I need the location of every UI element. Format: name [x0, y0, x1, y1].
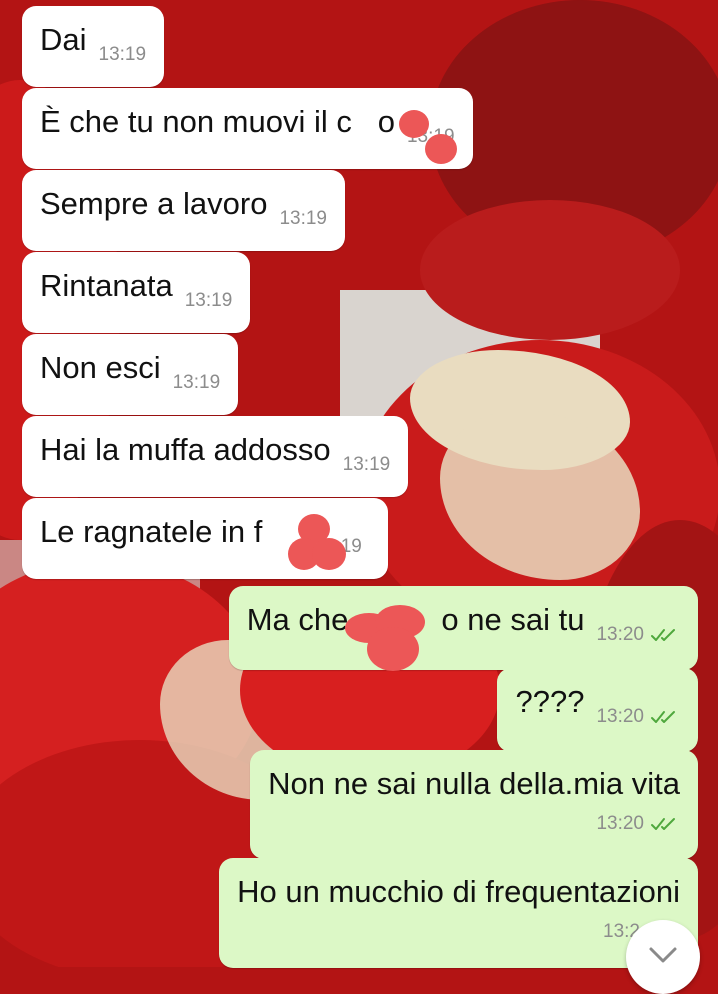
message-meta: 13:20 [596, 699, 680, 738]
message-time: 13:19 [184, 290, 233, 311]
incoming-message[interactable]: È che tu non muovi il c o 13:19 [22, 88, 473, 169]
message-text: Hai la muffa addosso [40, 432, 331, 467]
message-time: 13:19 [98, 44, 147, 65]
message-time: 13:20 [596, 624, 644, 645]
incoming-message[interactable]: Rintanata 13:19 [22, 252, 251, 333]
message-text: ???? [515, 684, 585, 719]
incoming-message[interactable]: Sempre a lavoro 13:19 [22, 170, 345, 251]
message-text: Rintanata [40, 268, 173, 303]
message-meta: 13:20 [268, 806, 680, 845]
message-text: Dai [40, 22, 87, 57]
outgoing-message[interactable]: Ma che ca o ne sai tu 13:20 [228, 586, 698, 670]
message-text: Sempre a lavoro [40, 186, 268, 221]
outgoing-message[interactable]: ???? 13:20 [497, 668, 698, 752]
incoming-message[interactable]: Non esci 13:19 [22, 334, 239, 415]
incoming-message[interactable]: Hai la muffa addosso 13:19 [22, 416, 409, 497]
chevron-down-icon [648, 946, 678, 969]
incoming-message[interactable]: Le ragnatele in f 13:19 [22, 498, 388, 579]
message-text: Ho un mucchio di frequentazioni [237, 874, 680, 909]
message-meta: 13:2 [237, 914, 680, 950]
message-text: È che tu non muovi il c o [40, 104, 395, 139]
double-check-icon [650, 809, 680, 845]
message-time: 13:19 [172, 372, 221, 393]
message-text: Ma che ca o ne sai tu [246, 602, 585, 637]
message-text: Non esci [40, 350, 161, 385]
message-time: 13:19 [406, 126, 455, 147]
double-check-icon [650, 702, 680, 738]
message-time: 13:19 [279, 208, 327, 229]
message-text: Non ne sai nulla della.mia vita [268, 766, 680, 801]
message-time: 13:19 [342, 454, 391, 475]
message-time: 13:19 [314, 536, 362, 557]
double-check-icon [650, 620, 680, 656]
message-time: 13:20 [596, 706, 644, 727]
scroll-to-bottom-button[interactable] [626, 920, 700, 994]
message-meta: 13:20 [596, 617, 680, 656]
conversation: Dai 13:19 È che tu non muovi il c o 13:19 … [0, 0, 718, 994]
outgoing-message[interactable]: Non ne sai nulla della.mia vita 13:20 [250, 750, 698, 859]
message-time: 13:20 [596, 813, 644, 834]
incoming-message[interactable]: Dai 13:19 [22, 6, 165, 87]
message-text: Le ragnatele in f [40, 514, 263, 549]
